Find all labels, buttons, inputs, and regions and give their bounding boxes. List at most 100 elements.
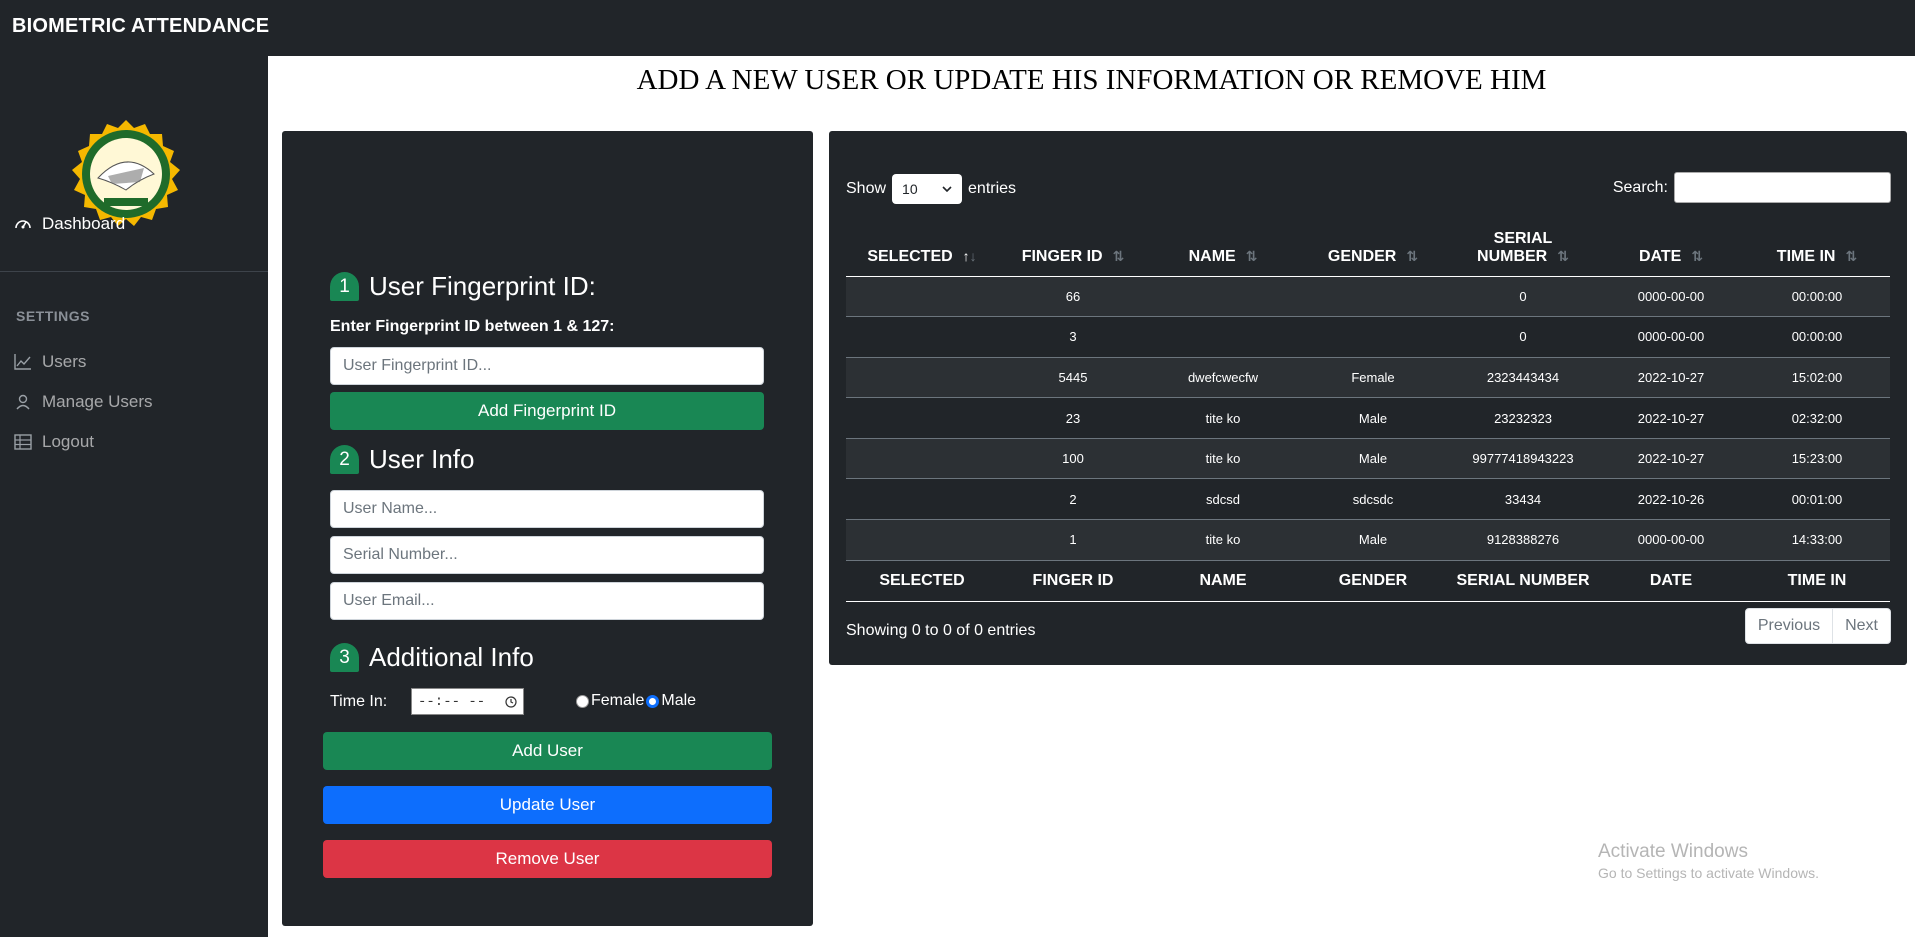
watermark-title: Activate Windows [1598,841,1748,862]
show-label: Show [846,180,887,197]
table-cell: 2 [998,478,1148,521]
table-cell: 0000-00-00 [1598,316,1744,358]
table-row[interactable]: 2 sdcsd sdcsdc 33434 2022-10-26 00:01:00 [846,478,1890,521]
table-cell: Male [1298,397,1448,439]
table-cell: 00:01:00 [1744,478,1890,521]
table-row[interactable]: 5445 dwefcwecfw Female 2323443434 2022-10-27… [846,357,1890,399]
entries-label: entries [968,180,1017,197]
fingerprint-id-input[interactable] [330,347,764,385]
sort-icon: ⇅ [1112,247,1125,264]
gender-male-radio[interactable] [646,694,660,708]
serial-number-input[interactable] [330,536,764,574]
windows-activation-watermark: Activate Windows Go to Settings to activ… [1598,841,1819,881]
table-body: 66 0 0000-00-00 00:00:00 3 0 0000-00-00 00:00:0… [846,276,1890,561]
step-number-badge: 3 [330,643,359,672]
step-title: Additional Info [369,642,534,672]
column-header-time-in[interactable]: TIME IN ⇅ [1744,215,1890,277]
time-in-input[interactable]: --:-- -- [411,688,524,715]
table-row[interactable]: 100 tite ko Male 99777418943223 2022-10-27 15… [846,438,1890,480]
fingerprint-label: Enter Fingerprint ID between 1 & 127: [330,318,615,335]
clock-icon[interactable] [505,695,517,708]
page-title: ADD A NEW USER OR UPDATE HIS INFORMATION… [636,64,1547,96]
users-table-panel: Show 10 entries Search: SELECTED ↑↓ FINGE… [829,131,1907,665]
column-header-finger-id[interactable]: FINGER ID ⇅ [998,215,1148,277]
table-cell: 9128388276 [1448,519,1598,561]
table-cell: Female [1298,357,1448,399]
sort-icon: ⇅ [1245,247,1258,264]
footer-date: DATE [1598,559,1744,602]
chart-line-icon [14,354,31,370]
column-header-name[interactable]: NAME ⇅ [1148,215,1298,277]
step-user-info-heading: 2 User Info [330,444,475,475]
settings-heading: SETTINGS [16,308,91,324]
gender-female-label: Female [591,692,645,709]
table-row[interactable]: 23 tite ko Male 23232323 2022-10-27 02:32:00 [846,397,1890,439]
table-cell [846,276,998,318]
table-cell: 66 [998,276,1148,318]
table-cell: 23232323 [1448,397,1598,439]
table-cell [846,478,998,521]
sort-icon: ⇅ [1845,247,1858,264]
table-cell [1298,276,1448,318]
sidebar-item-dashboard[interactable]: Dashboard [14,214,125,234]
table-cell: 3 [998,316,1148,358]
step-title: User Fingerprint ID: [369,271,596,301]
search-input[interactable] [1674,172,1891,203]
table-row[interactable]: 66 0 0000-00-00 00:00:00 [846,276,1890,318]
table-cell: 23 [998,397,1148,439]
table-cell: 15:02:00 [1744,357,1890,399]
page-size-select[interactable]: 10 [892,174,963,204]
table-search: Search: [1613,172,1891,203]
table-cell: 33434 [1448,478,1598,521]
user-email-input[interactable] [330,582,764,620]
gender-male-label: Male [661,692,697,709]
footer-time-in: TIME IN [1744,559,1890,602]
sidebar-item-manage-users[interactable]: Manage Users [14,392,153,412]
step-fingerprint-heading: 1 User Fingerprint ID: [330,271,596,302]
table-cell: 2323443434 [1448,357,1598,399]
step-additional-info-heading: 3 Additional Info [330,642,534,673]
add-fingerprint-button[interactable]: Add Fingerprint ID [330,392,764,430]
add-user-button[interactable]: Add User [323,732,772,770]
table-cell: 14:33:00 [1744,519,1890,561]
sort-icon: ⇅ [1406,247,1419,264]
table-cell: Male [1298,519,1448,561]
user-form-panel: 1 User Fingerprint ID: Enter Fingerprint… [282,131,813,926]
table-icon [14,434,32,450]
pagination: Previous Next [1744,608,1891,644]
table-cell: dwefcwecfw [1148,357,1298,399]
sidebar-item-users[interactable]: Users [14,352,86,372]
next-page-button[interactable]: Next [1833,609,1890,643]
column-header-date[interactable]: DATE ⇅ [1598,215,1744,277]
table-cell: 0000-00-00 [1598,519,1744,561]
person-icon [16,394,30,410]
table-cell: sdcsd [1148,478,1298,521]
brand-title[interactable]: BIOMETRIC ATTENDANCE [12,15,269,38]
table-cell [846,438,998,480]
footer-finger-id: FINGER ID [998,559,1148,602]
column-header-selected[interactable]: SELECTED ↑↓ [846,215,998,277]
sidebar-item-label: Users [42,352,87,371]
sidebar: Dashboard SETTINGS Users Manage Users Lo… [0,56,268,937]
column-header-serial-number[interactable]: SERIAL NUMBER ⇅ [1448,215,1598,277]
gauge-icon [15,220,31,229]
user-name-input[interactable] [330,490,764,528]
table-cell: 00:00:00 [1744,316,1890,358]
table-row[interactable]: 1 tite ko Male 9128388276 0000-00-00 14:33:00 [846,519,1890,561]
table-cell: 2022-10-27 [1598,357,1744,399]
time-placeholder: --:-- -- [418,693,486,710]
table-cell: 5445 [998,357,1148,399]
column-header-gender[interactable]: GENDER ⇅ [1298,215,1448,277]
table-row[interactable]: 3 0 0000-00-00 00:00:00 [846,316,1890,358]
gender-female-radio[interactable] [576,694,589,708]
step-number-badge: 1 [330,272,359,301]
sidebar-item-logout[interactable]: Logout [14,432,94,452]
table-cell [846,316,998,358]
previous-page-button[interactable]: Previous [1746,609,1834,643]
remove-user-button[interactable]: Remove User [323,840,772,878]
top-navbar: BIOMETRIC ATTENDANCE [0,0,1915,56]
update-user-button[interactable]: Update User [323,786,772,824]
show-entries-control: Show 10 entries [846,174,1016,204]
step-title: User Info [369,444,475,474]
gender-radio-group: Female Male [576,692,696,710]
